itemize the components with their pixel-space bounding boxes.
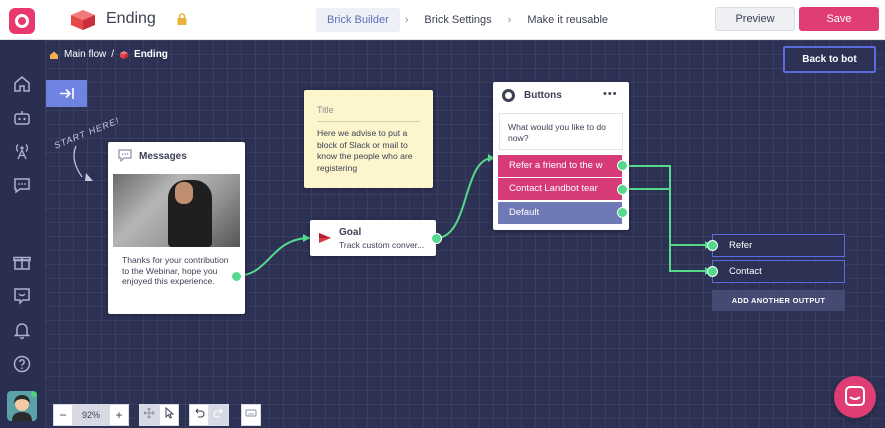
- breadcrumb-current: Ending: [134, 49, 168, 60]
- shortcuts-control: [241, 404, 261, 426]
- buttons-question: What would you like to do now?: [499, 113, 623, 150]
- zoom-in-button[interactable]: +: [109, 404, 129, 426]
- home-icon[interactable]: [49, 50, 59, 60]
- back-to-bot-button[interactable]: Back to bot: [783, 46, 876, 73]
- goal-card-subtitle: Track custom conver...: [339, 240, 425, 250]
- note-title[interactable]: Title: [317, 105, 334, 115]
- undo-button[interactable]: [189, 404, 209, 426]
- messages-output-port[interactable]: [231, 271, 242, 282]
- goal-output-port[interactable]: [431, 233, 442, 244]
- output-label: Contact: [729, 266, 762, 277]
- zoom-out-button[interactable]: −: [53, 404, 73, 426]
- undo-icon: [195, 408, 205, 418]
- add-output-button[interactable]: ADD ANOTHER OUTPUT: [712, 290, 845, 311]
- card-menu-button[interactable]: •••: [603, 88, 618, 100]
- messages-card[interactable]: Messages Thanks for your contribution to…: [108, 142, 245, 314]
- output-contact[interactable]: Contact: [712, 260, 845, 283]
- collapse-arrow-icon: [60, 88, 74, 99]
- speech-bubble-icon: [118, 149, 132, 162]
- breadcrumb-separator: /: [111, 49, 115, 60]
- note-card[interactable]: Title Here we advise to put a block of S…: [304, 90, 433, 188]
- move-tool-button[interactable]: [139, 404, 159, 426]
- redo-icon: [213, 408, 223, 418]
- pointer-tool-button[interactable]: [159, 404, 179, 426]
- messages-card-title: Messages: [139, 151, 187, 162]
- brick-cube-icon: [120, 50, 129, 59]
- buttons-card-title: Buttons: [524, 90, 562, 101]
- message-gif: [113, 174, 240, 247]
- zoom-level: 92%: [73, 404, 109, 426]
- option-refer-port[interactable]: [617, 160, 628, 171]
- mode-control: [139, 404, 179, 426]
- support-chat-icon: [845, 386, 865, 406]
- option-contact-port[interactable]: [617, 184, 628, 195]
- output-refer-port[interactable]: [707, 240, 718, 251]
- radio-icon: [502, 89, 515, 102]
- option-default-port[interactable]: [617, 207, 628, 218]
- keyboard-icon: [245, 409, 257, 417]
- collapse-panel-button[interactable]: [46, 80, 87, 107]
- note-divider: [317, 121, 420, 122]
- pointer-icon: [165, 406, 175, 419]
- buttons-card[interactable]: Buttons ••• What would you like to do no…: [493, 82, 629, 230]
- redo-button[interactable]: [209, 404, 229, 426]
- flag-icon: [319, 233, 331, 243]
- output-contact-port[interactable]: [707, 266, 718, 277]
- output-label: Refer: [729, 240, 753, 251]
- goal-card[interactable]: Goal Track custom conver...: [310, 220, 436, 256]
- note-text[interactable]: Here we advise to put a block of Slack o…: [317, 128, 423, 174]
- option-default[interactable]: Default: [498, 202, 622, 224]
- output-refer[interactable]: Refer: [712, 234, 845, 257]
- support-chat-button[interactable]: [834, 376, 876, 418]
- move-icon: [143, 407, 155, 419]
- breadcrumb: Main flow / Ending: [49, 49, 168, 60]
- history-control: [189, 404, 229, 426]
- message-text: Thanks for your contribution to the Webi…: [122, 255, 229, 286]
- zoom-control: − 92% +: [53, 404, 129, 426]
- option-contact[interactable]: Contact Landbot tear: [498, 178, 622, 200]
- goal-card-title: Goal: [339, 227, 362, 238]
- breadcrumb-root[interactable]: Main flow: [64, 49, 106, 60]
- option-refer[interactable]: Refer a friend to the w: [498, 155, 622, 177]
- keyboard-shortcuts-button[interactable]: [241, 404, 261, 426]
